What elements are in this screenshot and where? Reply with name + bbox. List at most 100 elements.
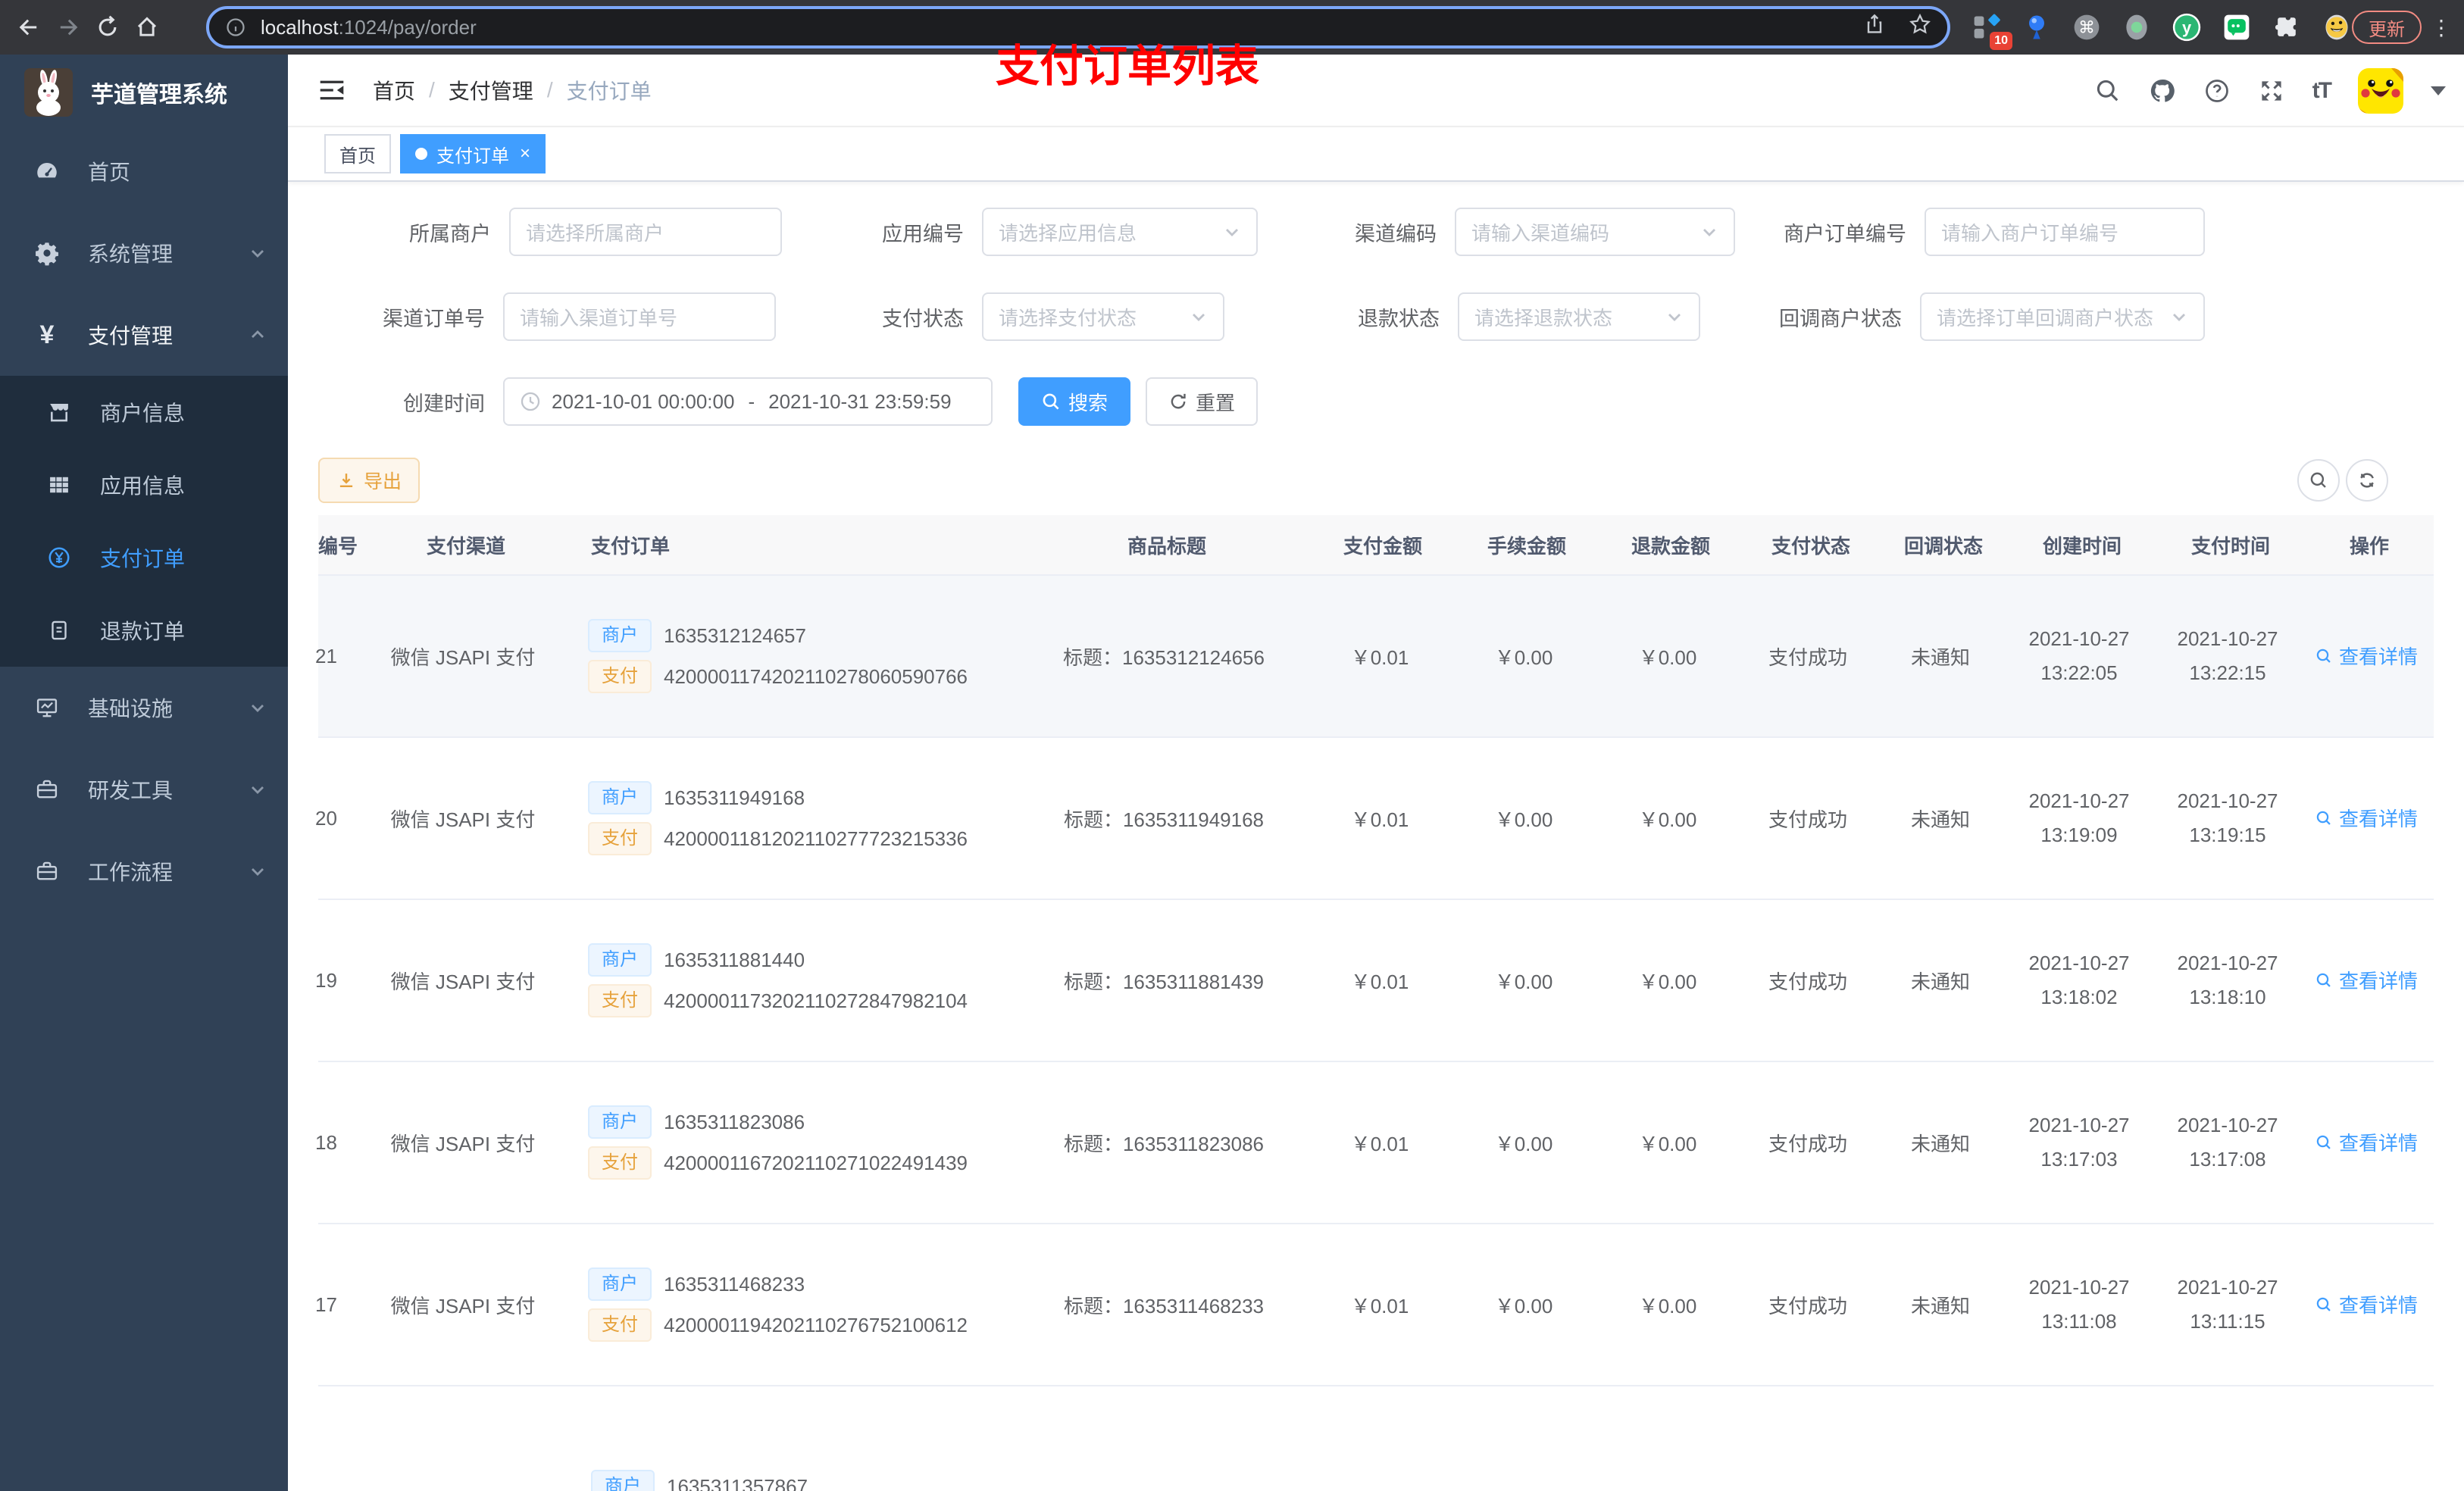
search-button[interactable]: 搜索: [1018, 377, 1131, 426]
tag-pay-order[interactable]: 支付订单 ×: [400, 134, 546, 173]
toggle-search-button[interactable]: [2297, 459, 2340, 502]
back-button[interactable]: [9, 8, 48, 47]
breadcrumb-home[interactable]: 首页: [373, 75, 415, 105]
notify-status-cell: 未通知: [1910, 808, 1970, 831]
action-cell: 查看详情: [2302, 1290, 2431, 1319]
tag-close-icon[interactable]: ×: [520, 143, 530, 164]
field-回调商户状态: 回调商户状态 请选择订单回调商户状态: [1700, 292, 2205, 341]
record-extension-icon[interactable]: [2120, 11, 2153, 44]
date-end-value: 2021-10-31 23:59:59: [768, 389, 952, 413]
notify-status-cell: 未通知: [1910, 1132, 1970, 1155]
github-icon[interactable]: [2149, 77, 2176, 105]
pay-amount-cell: ￥0.01: [1350, 645, 1409, 669]
select-应用编号[interactable]: 请选择应用信息: [982, 208, 1258, 256]
user-avatar[interactable]: [2358, 68, 2403, 114]
column-header: 支付金额: [1343, 534, 1422, 558]
share-icon[interactable]: [1862, 12, 1887, 42]
action-cell: 查看详情: [2302, 966, 2431, 995]
view-detail-link[interactable]: 查看详情: [2315, 642, 2418, 670]
input-渠道订单号[interactable]: 请输入渠道订单号: [503, 292, 776, 341]
avatar-caret-icon[interactable]: [2431, 86, 2446, 95]
bookmark-star-icon[interactable]: [1908, 12, 1932, 42]
sidebar-menu: 首页 系统管理 ¥ 支付管理 商户信息应用信息支付订单 退款订单 基础设施 研发工具工作流程: [0, 130, 288, 912]
reload-button[interactable]: [88, 8, 127, 47]
yuque-extension-icon[interactable]: y: [2170, 11, 2203, 44]
header-search-icon[interactable]: [2094, 77, 2122, 105]
merchant-order-no: 1635311823086: [664, 1110, 805, 1133]
product-title-cell: 标题：1635311823086: [1063, 1132, 1265, 1155]
chevron-down-icon: [2170, 308, 2188, 326]
pay-tag: 支付: [588, 822, 652, 855]
pay-order-no: 4200001167202110271022491439: [664, 1151, 968, 1174]
view-detail-link[interactable]: 查看详情: [2315, 1290, 2418, 1318]
select-渠道编码[interactable]: 请输入渠道编码: [1455, 208, 1735, 256]
sidebar-item-infra[interactable]: 基础设施: [0, 667, 288, 749]
sidebar-item-app[interactable]: 应用信息: [0, 449, 288, 521]
sidebar-item-refund[interactable]: 退款订单: [0, 594, 288, 667]
table-row: 18 微信 JSAPI 支付 商户 1635311823086 支付 4200001167…: [315, 1062, 2434, 1224]
field-支付状态: 支付状态 请选择支付状态: [776, 292, 1224, 341]
create-time-cell: 2021-10-27 13:18:02: [2028, 951, 2130, 1009]
browser-menu-icon[interactable]: ⋮: [2431, 0, 2452, 55]
export-button[interactable]: 导出: [318, 458, 421, 503]
sidebar-item-label: 应用信息: [100, 474, 186, 498]
view-detail-link[interactable]: 查看详情: [2315, 966, 2418, 994]
help-icon[interactable]: [2203, 77, 2231, 105]
order-id-cell: 21: [315, 644, 337, 667]
sidebar-item-label: 支付管理: [88, 324, 174, 348]
browser-update-button[interactable]: 更新: [2352, 11, 2422, 44]
sidebar-item-devtool[interactable]: 研发工具: [0, 749, 288, 830]
table-row: 17 微信 JSAPI 支付 商户 1635311468233 支付 4200001194…: [315, 1224, 2434, 1386]
create-time-cell: 2021-10-27 13:19:09: [2028, 789, 2130, 847]
command-extension-icon[interactable]: ⌘: [2070, 11, 2103, 44]
sidebar-item-home[interactable]: 首页: [0, 130, 288, 212]
fee-amount-cell: ￥0.00: [1494, 808, 1553, 831]
puzzle-extensions-icon[interactable]: [2270, 11, 2303, 44]
product-title-cell: 标题：1635311468233: [1063, 1294, 1265, 1318]
balloon-extension-icon[interactable]: [2020, 11, 2053, 44]
pay-order-no: 4200001194202110276752100612: [664, 1313, 968, 1336]
home-button[interactable]: [127, 8, 167, 47]
app-logo[interactable]: 芋道管理系统: [0, 55, 288, 130]
select-支付状态[interactable]: 请选择支付状态: [982, 292, 1224, 341]
order-id-cell: 19: [315, 968, 337, 992]
input-所属商户[interactable]: 请选择所属商户: [509, 208, 782, 256]
chat-extension-icon[interactable]: [2220, 11, 2253, 44]
table-toolbar: 导出: [288, 458, 2464, 503]
merchant-tag: 商户: [588, 1268, 652, 1301]
sidebar-item-pay[interactable]: ¥ 支付管理: [0, 294, 288, 376]
sidebar-item-workflow[interactable]: 工作流程: [0, 830, 288, 912]
sidebar-item-label: 工作流程: [88, 861, 174, 884]
emoji-extension-icon[interactable]: [2320, 11, 2353, 44]
select-退款状态[interactable]: 请选择退款状态: [1458, 292, 1700, 341]
sidebar-item-system[interactable]: 系统管理: [0, 212, 288, 294]
pay-status-cell: 支付成功: [1768, 645, 1847, 669]
date-range-input[interactable]: 2021-10-01 00:00:00 - 2021-10-31 23:59:5…: [503, 377, 993, 426]
svg-text:y: y: [2182, 18, 2191, 37]
pay-time-cell: 2021-10-27 13:19:15: [2177, 789, 2278, 847]
input-商户订单编号[interactable]: 请输入商户订单编号: [1925, 208, 2205, 256]
column-header: 回调状态: [1903, 534, 1983, 558]
forward-button[interactable]: [48, 8, 88, 47]
fullscreen-icon[interactable]: [2258, 77, 2285, 105]
select-回调商户状态[interactable]: 请选择订单回调商户状态: [1920, 292, 2205, 341]
font-size-icon[interactable]: tT: [2312, 78, 2332, 104]
filter-row-1: 所属商户 请选择所属商户 应用编号 请选择应用信息 渠道编码 请输入渠道编码 商户订单编号请…: [288, 208, 2464, 256]
site-info-icon[interactable]: [224, 16, 247, 39]
view-detail-link[interactable]: 查看详情: [2315, 1128, 2418, 1156]
sidebar-item-merchant[interactable]: 商户信息: [0, 376, 288, 449]
pay-order-cell: 商户 1635311881440 支付 42000011732021102728479…: [565, 936, 1020, 1025]
action-cell: 查看详情: [2302, 1128, 2431, 1157]
collapse-sidebar-icon[interactable]: [318, 75, 349, 105]
refresh-button[interactable]: [2346, 459, 2388, 502]
column-header: 支付时间: [2190, 534, 2270, 558]
extension-grid-icon[interactable]: 10: [1970, 11, 2012, 50]
reset-button[interactable]: 重置: [1146, 377, 1259, 426]
tag-home[interactable]: 首页: [324, 134, 391, 173]
sidebar-item-order[interactable]: 支付订单: [0, 521, 288, 594]
table-row: 21 微信 JSAPI 支付 商户 1635312124657 支付 4200001174…: [315, 576, 2434, 738]
field-应用编号: 应用编号 请选择应用信息: [782, 208, 1258, 256]
breadcrumb-pay[interactable]: 支付管理: [449, 75, 533, 105]
merchant-tag: 商户: [588, 781, 652, 814]
view-detail-link[interactable]: 查看详情: [2315, 804, 2418, 832]
